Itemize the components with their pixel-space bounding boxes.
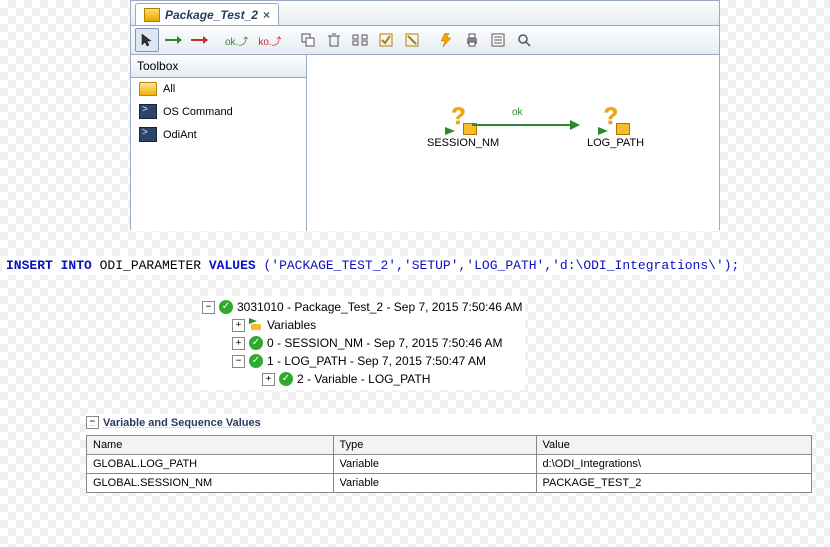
toolbox-panel: Toolbox All OS Command OdiAnt <box>131 55 307 231</box>
node-label: SESSION_NM <box>427 137 499 149</box>
node-log-path[interactable]: ? LOG_PATH <box>587 105 644 149</box>
edge-label: ok <box>512 107 523 118</box>
toggle-errors-icon <box>405 33 419 47</box>
cell-value: d:\ODI_Integrations\ <box>536 455 812 474</box>
ok-arrow-icon <box>164 33 182 47</box>
table-row[interactable]: GLOBAL.LOG_PATH Variable d:\ODI_Integrat… <box>87 455 812 474</box>
tree-label: 1 - LOG_PATH - Sep 7, 2015 7:50:47 AM <box>267 352 486 370</box>
validate-icon <box>379 33 393 47</box>
toolbox-item-label: OS Command <box>163 106 233 118</box>
magnifier-icon <box>517 33 531 47</box>
variables-icon <box>249 318 263 332</box>
success-icon: ✓ <box>279 372 293 386</box>
close-icon[interactable]: × <box>263 8 270 22</box>
ko-arrow-icon <box>190 33 208 47</box>
delete-button[interactable] <box>322 28 346 52</box>
cursor-tool-button[interactable] <box>135 28 159 52</box>
cell-name: GLOBAL.SESSION_NM <box>87 474 334 493</box>
cursor-icon <box>140 33 154 47</box>
tab-title: Package_Test_2 <box>165 8 258 22</box>
collapse-icon[interactable]: − <box>86 416 99 429</box>
variable-node-icon: ? <box>598 105 634 135</box>
ok-label-button[interactable]: ok.⤴ <box>221 28 252 52</box>
properties-icon <box>491 33 505 47</box>
tree-label: 2 - Variable - LOG_PATH <box>297 370 430 388</box>
arrange-icon <box>352 34 368 46</box>
package-editor: Package_Test_2 × ok.⤴ ko.⤴ <box>130 0 720 230</box>
expand-icon[interactable]: + <box>262 373 275 386</box>
validate-button[interactable] <box>374 28 398 52</box>
terminal-icon <box>139 104 157 119</box>
tree-node-step1[interactable]: − ✓ 1 - LOG_PATH - Sep 7, 2015 7:50:47 A… <box>232 352 523 370</box>
ko-label-button[interactable]: ko.⤴ <box>254 28 285 52</box>
duplicate-button[interactable] <box>296 28 320 52</box>
section-header[interactable]: − Variable and Sequence Values <box>86 414 812 431</box>
folder-icon <box>139 82 157 96</box>
trash-icon <box>328 33 340 47</box>
tree-node-root[interactable]: − ✓ 3031010 - Package_Test_2 - Sep 7, 20… <box>202 298 523 316</box>
success-icon: ✓ <box>249 336 263 350</box>
section-title: Variable and Sequence Values <box>103 417 261 429</box>
success-icon: ✓ <box>249 354 263 368</box>
col-type: Type <box>333 436 536 455</box>
ko-flow-button[interactable] <box>187 28 211 52</box>
execution-tree: − ✓ 3031010 - Package_Test_2 - Sep 7, 20… <box>200 296 525 390</box>
toolbox-list: All OS Command OdiAnt <box>131 78 306 231</box>
bolt-icon <box>439 33 453 47</box>
table-header-row: Name Type Value <box>87 436 812 455</box>
collapse-icon[interactable]: − <box>232 355 245 368</box>
print-button[interactable] <box>460 28 484 52</box>
flow-arrow-ok[interactable] <box>472 117 582 133</box>
toolbox-item-label: OdiAnt <box>163 129 197 141</box>
toolbox-title: Toolbox <box>131 55 306 78</box>
toolbox-item-label: All <box>163 83 175 95</box>
tree-node-variables[interactable]: + Variables <box>232 316 523 334</box>
table-row[interactable]: GLOBAL.SESSION_NM Variable PACKAGE_TEST_… <box>87 474 812 493</box>
tree-label: 0 - SESSION_NM - Sep 7, 2015 7:50:46 AM <box>267 334 502 352</box>
toolbox-item-odiant[interactable]: OdiAnt <box>131 123 306 146</box>
toolbar: ok.⤴ ko.⤴ <box>131 26 719 55</box>
duplicate-icon <box>301 33 315 47</box>
tab-bar: Package_Test_2 × <box>131 1 719 26</box>
diagram-canvas[interactable]: ? SESSION_NM ok ? LOG_PATH <box>307 55 719 231</box>
execute-button[interactable] <box>434 28 458 52</box>
cell-type: Variable <box>333 455 536 474</box>
tree-node-step0[interactable]: + ✓ 0 - SESSION_NM - Sep 7, 2015 7:50:46… <box>232 334 523 352</box>
terminal-icon <box>139 127 157 142</box>
cell-type: Variable <box>333 474 536 493</box>
printer-icon <box>465 33 479 47</box>
ok-flow-button[interactable] <box>161 28 185 52</box>
tree-node-step2[interactable]: + ✓ 2 - Variable - LOG_PATH <box>262 370 523 388</box>
arrange-button[interactable] <box>348 28 372 52</box>
success-icon: ✓ <box>219 300 233 314</box>
col-value: Value <box>536 436 812 455</box>
cell-value: PACKAGE_TEST_2 <box>536 474 812 493</box>
properties-button[interactable] <box>486 28 510 52</box>
toolbox-item-os-command[interactable]: OS Command <box>131 100 306 123</box>
col-name: Name <box>87 436 334 455</box>
tree-label: Variables <box>267 316 316 334</box>
expand-icon[interactable]: + <box>232 337 245 350</box>
node-label: LOG_PATH <box>587 137 644 149</box>
collapse-icon[interactable]: − <box>202 301 215 314</box>
search-button[interactable] <box>512 28 536 52</box>
tree-label: 3031010 - Package_Test_2 - Sep 7, 2015 7… <box>237 298 523 316</box>
package-icon <box>144 8 160 22</box>
toolbox-item-all[interactable]: All <box>131 78 306 100</box>
toggle-errors-button[interactable] <box>400 28 424 52</box>
expand-icon[interactable]: + <box>232 319 245 332</box>
values-table: Name Type Value GLOBAL.LOG_PATH Variable… <box>86 435 812 493</box>
cell-name: GLOBAL.LOG_PATH <box>87 455 334 474</box>
variable-values-panel: − Variable and Sequence Values Name Type… <box>86 414 812 493</box>
sql-statement: INSERT INTO ODI_PARAMETER VALUES ('PACKA… <box>2 256 743 275</box>
tab-package-test-2[interactable]: Package_Test_2 × <box>135 3 279 25</box>
